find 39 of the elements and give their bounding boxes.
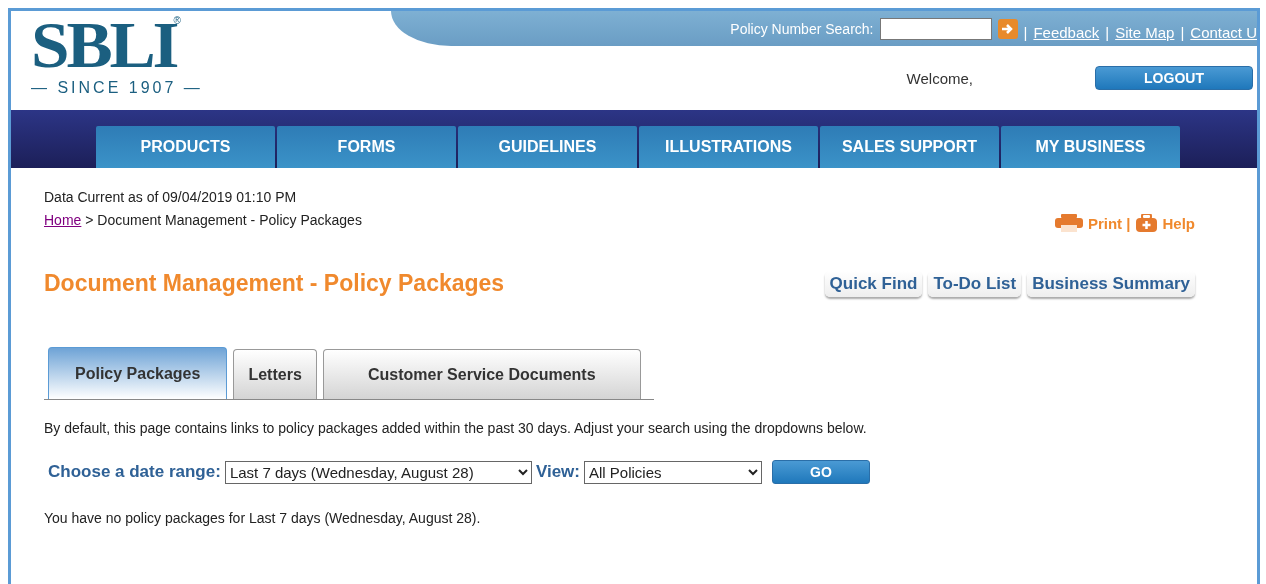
quick-button[interactable]: Quick Find (824, 270, 923, 297)
quick-button[interactable]: To-Do List (928, 270, 1022, 297)
top-link[interactable]: Site Map (1115, 24, 1175, 41)
logo-tagline: — SINCE 1907 — (31, 79, 203, 97)
policy-number-field[interactable] (879, 17, 992, 40)
date-range-dropdown[interactable]: Last 7 days (Wednesday, August 28) (224, 460, 532, 484)
nav-tab[interactable]: ILLUSTRATIONS (639, 126, 818, 168)
separator: | (1105, 24, 1110, 41)
tab[interactable]: Policy Packages (48, 347, 228, 399)
top-link[interactable]: Feedback (1033, 24, 1100, 41)
quick-button[interactable]: Business Summary (1027, 270, 1195, 297)
printer-icon (1054, 214, 1083, 232)
top-link[interactable]: Contact U (1190, 24, 1257, 41)
no-results-message: You have no policy packages for Last 7 days (Wednesday, August 28). (44, 510, 482, 526)
breadcrumb-text: > Document Management - Policy Packages (85, 212, 362, 228)
nav-tab[interactable]: PRODUCTS (96, 126, 275, 168)
tab[interactable]: Letters (233, 349, 317, 399)
date-range-label: Choose a date range: (48, 462, 221, 482)
intro-text: By default, this page contains links to policy packages added within the past 30 days. Adjust your search using the dropdowns below. (44, 420, 868, 436)
view-label: View: (535, 462, 580, 482)
view-dropdown[interactable]: All Policies (583, 460, 762, 484)
logout-button[interactable]: LOGOUT (1095, 66, 1253, 90)
first-aid-kit-icon (1136, 214, 1158, 232)
welcome-text: Welcome, (906, 69, 973, 87)
page-title: Document Management - Policy Packages (44, 270, 505, 297)
print-link[interactable]: Print | (1087, 214, 1131, 232)
data-current-text: Data Current as of 09/04/2019 01:10 PM (44, 188, 298, 207)
nav-tab[interactable]: FORMS (277, 126, 456, 168)
separator: | (1023, 24, 1028, 41)
arrow-right-icon[interactable] (997, 18, 1018, 39)
search-label: Policy Number Search: (730, 20, 874, 37)
home-link[interactable]: Home (44, 212, 82, 228)
help-link[interactable]: Help (1162, 214, 1195, 232)
separator: | (1180, 24, 1185, 41)
nav-tab[interactable]: MY BUSINESS (1001, 126, 1180, 168)
nav-tab[interactable]: GUIDELINES (458, 126, 637, 168)
tab[interactable]: Customer Service Documents (322, 349, 641, 399)
nav-tab[interactable]: SALES SUPPORT (820, 126, 999, 168)
go-button[interactable]: GO (771, 460, 870, 484)
